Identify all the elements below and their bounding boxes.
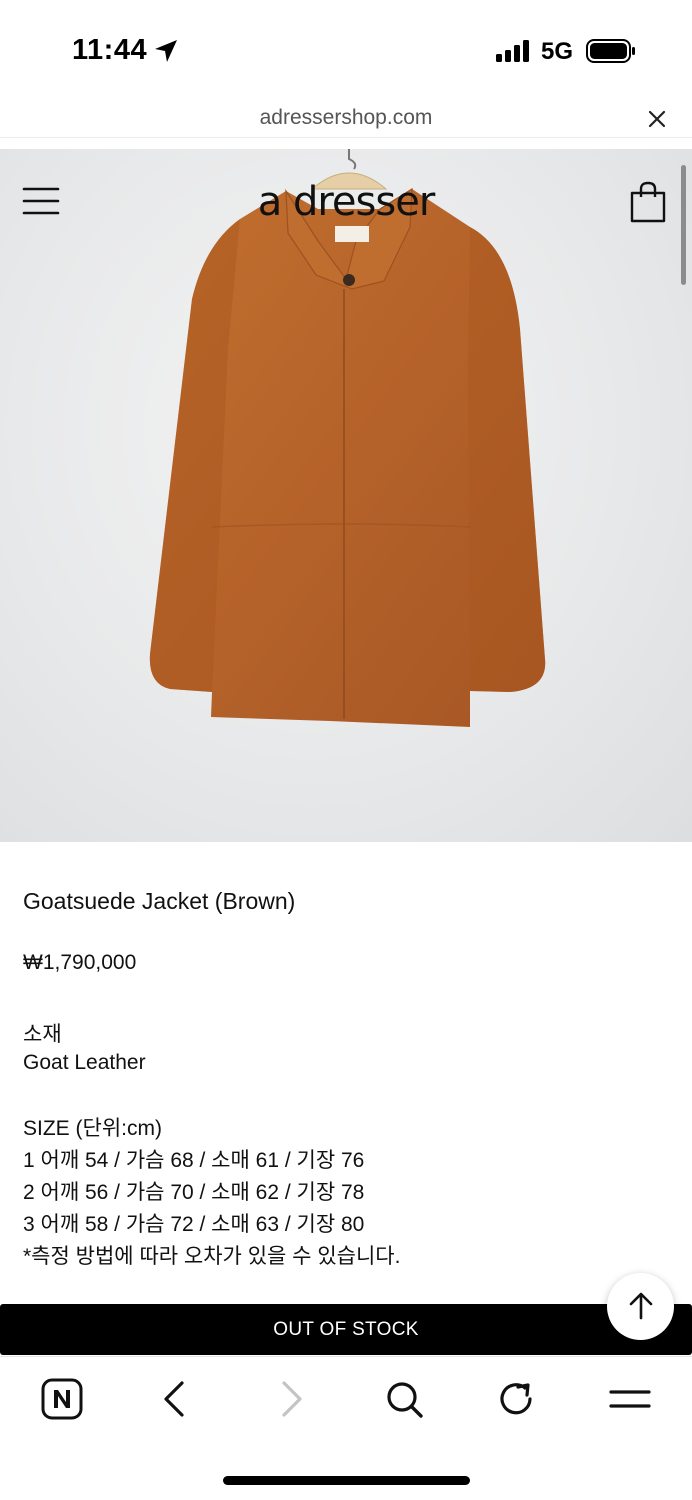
network-type: 5G (541, 38, 574, 65)
product-name: Goatsuede Jacket (Brown) (23, 888, 296, 914)
menu-icon[interactable] (608, 1377, 652, 1421)
material-label: 소재 (23, 1023, 62, 1046)
site-logo[interactable]: a dresser (0, 179, 692, 225)
forward-arrow-icon[interactable] (268, 1377, 312, 1421)
size-title: SIZE (단위:cm) (23, 1117, 162, 1140)
size-row: 2 어깨 56 / 가슴 70 / 소매 62 / 기장 78 (23, 1181, 365, 1204)
out-of-stock-button[interactable]: OUT OF STOCK (0, 1304, 692, 1355)
size-row: 1 어깨 54 / 가슴 68 / 소매 61 / 기장 76 (23, 1149, 365, 1172)
url-text[interactable]: adressershop.com (0, 106, 692, 130)
status-bar: 11:44 5G (0, 0, 692, 100)
signal-bars-icon (496, 40, 529, 62)
size-note: *측정 방법에 따라 오차가 있을 수 있습니다. (23, 1245, 401, 1268)
product-hero-image: a dresser (0, 149, 692, 842)
size-info: SIZE (단위:cm) 1 어깨 54 / 가슴 68 / 소매 61 / 기… (23, 1113, 400, 1273)
search-icon[interactable] (382, 1377, 426, 1421)
location-arrow-icon (155, 40, 177, 62)
size-row: 3 어깨 58 / 가슴 72 / 소매 63 / 기장 80 (23, 1213, 365, 1236)
status-time: 11:44 (72, 34, 148, 66)
product-price: ₩1,790,000 (23, 951, 137, 974)
page-scrollbar[interactable] (681, 165, 686, 285)
close-icon[interactable] (644, 106, 670, 132)
shopping-bag-icon[interactable] (628, 181, 668, 223)
battery-icon (586, 39, 635, 63)
home-indicator[interactable] (223, 1476, 470, 1485)
naver-home-icon[interactable] (40, 1377, 84, 1421)
material-value: Goat Leather (23, 1051, 146, 1074)
url-bar: adressershop.com (0, 100, 692, 138)
jacket-image (149, 149, 546, 727)
out-of-stock-label: OUT OF STOCK (273, 1319, 419, 1340)
back-arrow-icon[interactable] (154, 1377, 198, 1421)
reload-icon[interactable] (494, 1377, 538, 1421)
scroll-to-top-button[interactable] (607, 1273, 674, 1340)
arrow-up-icon (629, 1292, 653, 1320)
